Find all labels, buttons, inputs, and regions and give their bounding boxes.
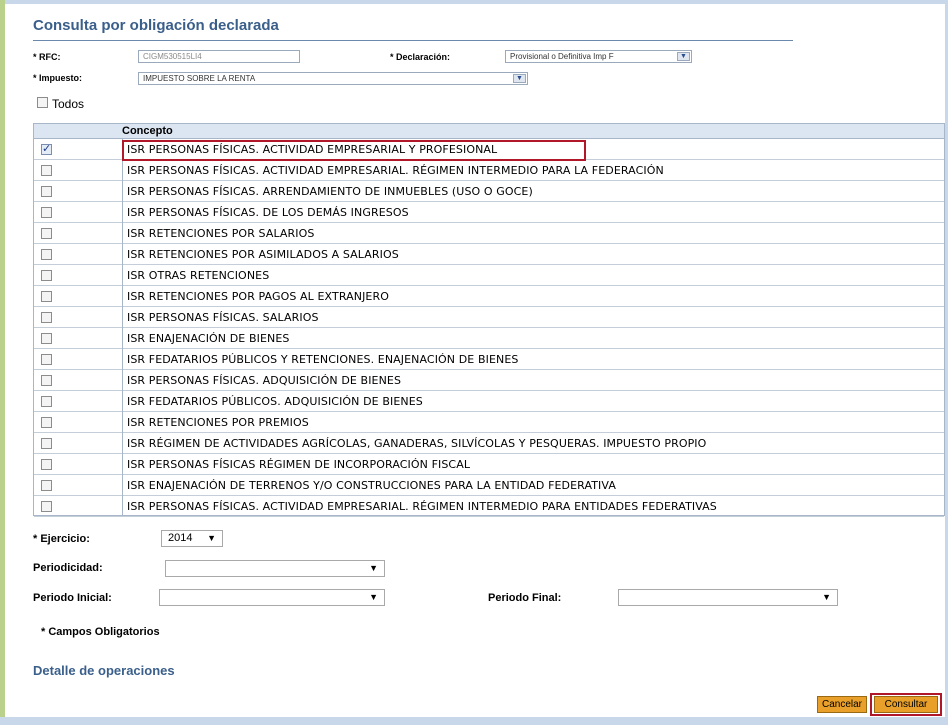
- concepto-column-header: Concepto: [122, 125, 173, 137]
- chevron-down-icon: ▼: [822, 592, 831, 602]
- concepto-label: ISR RETENCIONES POR SALARIOS: [127, 227, 315, 240]
- table-row[interactable]: ISR ENAJENACIÓN DE BIENES: [34, 328, 944, 349]
- table-row[interactable]: ISR RETENCIONES POR PAGOS AL EXTRANJERO: [34, 286, 944, 307]
- table-row[interactable]: ISR PERSONAS FÍSICAS. SALARIOS: [34, 307, 944, 328]
- declaracion-select[interactable]: Provisional o Definitiva Imp F ▼: [505, 50, 692, 63]
- concepto-label: ISR FEDATARIOS PÚBLICOS. ADQUISICIÓN DE …: [127, 395, 423, 408]
- row-checkbox[interactable]: [41, 186, 52, 197]
- todos-checkbox[interactable]: [37, 97, 48, 108]
- concepto-label: ISR RETENCIONES POR PAGOS AL EXTRANJERO: [127, 290, 389, 303]
- table-row[interactable]: ISR RÉGIMEN DE ACTIVIDADES AGRÍCOLAS, GA…: [34, 433, 944, 454]
- chevron-down-icon: ▼: [207, 533, 216, 543]
- consultar-button[interactable]: Consultar: [874, 696, 938, 713]
- table-row[interactable]: ISR PERSONAS FÍSICAS. ARRENDAMIENTO DE I…: [34, 181, 944, 202]
- row-checkbox[interactable]: [41, 270, 52, 281]
- row-checkbox[interactable]: [41, 354, 52, 365]
- detalle-operaciones-link[interactable]: Detalle de operaciones: [33, 663, 175, 678]
- ejercicio-select[interactable]: 2014 ▼: [161, 530, 223, 547]
- impuesto-label: * Impuesto:: [33, 73, 83, 83]
- concepto-label: ISR PERSONAS FÍSICAS. ARRENDAMIENTO DE I…: [127, 185, 533, 198]
- rfc-label: * RFC:: [33, 52, 61, 62]
- top-border: [0, 0, 948, 4]
- concepto-label: ISR PERSONAS FÍSICAS. ACTIVIDAD EMPRESAR…: [127, 500, 717, 513]
- table-row[interactable]: ISR RETENCIONES POR PREMIOS: [34, 412, 944, 433]
- row-checkbox[interactable]: [41, 501, 52, 512]
- table-row[interactable]: ISR RETENCIONES POR ASIMILADOS A SALARIO…: [34, 244, 944, 265]
- concepto-label: ISR ENAJENACIÓN DE TERRENOS Y/O CONSTRUC…: [127, 479, 616, 492]
- row-checkbox[interactable]: [41, 417, 52, 428]
- concepto-label: ISR OTRAS RETENCIONES: [127, 269, 270, 282]
- concepto-label: ISR RETENCIONES POR PREMIOS: [127, 416, 309, 429]
- page-title: Consulta por obligación declarada: [33, 17, 279, 34]
- concepto-label: ISR PERSONAS FÍSICAS. ACTIVIDAD EMPRESAR…: [127, 164, 664, 177]
- chevron-down-icon: ▼: [513, 74, 526, 83]
- row-checkbox[interactable]: [41, 333, 52, 344]
- row-checkbox[interactable]: [41, 165, 52, 176]
- table-row[interactable]: ISR ENAJENACIÓN DE TERRENOS Y/O CONSTRUC…: [34, 475, 944, 496]
- declaracion-label: * Declaración:: [390, 52, 451, 62]
- row-checkbox[interactable]: [41, 459, 52, 470]
- table-row[interactable]: ISR PERSONAS FÍSICAS. DE LOS DEMÁS INGRE…: [34, 202, 944, 223]
- concepto-label: ISR ENAJENACIÓN DE BIENES: [127, 332, 290, 345]
- periodo-inicial-label: Periodo Inicial:: [33, 592, 112, 604]
- periodo-final-select[interactable]: ▼: [618, 589, 838, 606]
- periodicidad-label: Periodicidad:: [33, 562, 103, 574]
- row-checkbox[interactable]: [41, 375, 52, 386]
- periodicidad-select[interactable]: ▼: [165, 560, 385, 577]
- row-checkbox[interactable]: [41, 480, 52, 491]
- table-row[interactable]: ISR PERSONAS FÍSICAS. ACTIVIDAD EMPRESAR…: [34, 496, 944, 517]
- table-header: Concepto: [34, 124, 944, 139]
- impuesto-select-value: IMPUESTO SOBRE LA RENTA: [143, 74, 256, 83]
- row-checkbox[interactable]: [41, 312, 52, 323]
- cancel-button[interactable]: Cancelar: [817, 696, 867, 713]
- ejercicio-select-value: 2014: [168, 532, 193, 544]
- concepto-label: ISR PERSONAS FÍSICAS. ADQUISICIÓN DE BIE…: [127, 374, 402, 387]
- rfc-field[interactable]: CIGM530515LI4: [138, 50, 300, 63]
- table-row[interactable]: ISR PERSONAS FÍSICAS. ACTIVIDAD EMPRESAR…: [34, 160, 944, 181]
- table-row[interactable]: ISR FEDATARIOS PÚBLICOS. ADQUISICIÓN DE …: [34, 391, 944, 412]
- row-checkbox[interactable]: [41, 207, 52, 218]
- declaracion-select-value: Provisional o Definitiva Imp F: [510, 52, 614, 61]
- title-divider: [33, 40, 793, 41]
- periodo-final-label: Periodo Final:: [488, 592, 562, 604]
- row-checkbox[interactable]: ✓: [41, 143, 52, 155]
- concepto-label: ISR PERSONAS FÍSICAS RÉGIMEN DE INCORPOR…: [127, 458, 471, 471]
- table-row[interactable]: ✓ ISR PERSONAS FÍSICAS. ACTIVIDAD EMPRESA…: [34, 139, 944, 160]
- row-checkbox[interactable]: [41, 396, 52, 407]
- required-fields-note: * Campos Obligatorios: [41, 626, 160, 638]
- concepto-label: ISR PERSONAS FÍSICAS. ACTIVIDAD EMPRESAR…: [127, 143, 498, 156]
- column-divider: [122, 138, 123, 515]
- left-border: [0, 0, 5, 725]
- table-row[interactable]: ISR RETENCIONES POR SALARIOS: [34, 223, 944, 244]
- concepto-table: Concepto ✓ ISR PERSONAS FÍSICAS. ACTIVIDA…: [33, 123, 945, 517]
- bottom-border: [0, 717, 948, 725]
- concepto-label: ISR RETENCIONES POR ASIMILADOS A SALARIO…: [127, 248, 399, 261]
- concepto-label: ISR PERSONAS FÍSICAS. DE LOS DEMÁS INGRE…: [127, 206, 409, 219]
- row-checkbox[interactable]: [41, 291, 52, 302]
- ejercicio-label: * Ejercicio:: [33, 533, 90, 545]
- checkmark-icon: ✓: [42, 143, 52, 155]
- chevron-down-icon: ▼: [369, 563, 378, 573]
- impuesto-select[interactable]: IMPUESTO SOBRE LA RENTA ▼: [138, 72, 528, 85]
- table-row[interactable]: ISR FEDATARIOS PÚBLICOS Y RETENCIONES. E…: [34, 349, 944, 370]
- row-checkbox[interactable]: [41, 249, 52, 260]
- todos-label: Todos: [52, 97, 85, 111]
- table-row[interactable]: ISR PERSONAS FÍSICAS. ADQUISICIÓN DE BIE…: [34, 370, 944, 391]
- row-checkbox[interactable]: [41, 228, 52, 239]
- concepto-label: ISR RÉGIMEN DE ACTIVIDADES AGRÍCOLAS, GA…: [127, 437, 707, 450]
- table-row[interactable]: ISR OTRAS RETENCIONES: [34, 265, 944, 286]
- periodo-inicial-select[interactable]: ▼: [159, 589, 385, 606]
- chevron-down-icon: ▼: [677, 52, 690, 61]
- concepto-label: ISR PERSONAS FÍSICAS. SALARIOS: [127, 311, 319, 324]
- table-row[interactable]: ISR PERSONAS FÍSICAS RÉGIMEN DE INCORPOR…: [34, 454, 944, 475]
- concepto-label: ISR FEDATARIOS PÚBLICOS Y RETENCIONES. E…: [127, 353, 519, 366]
- row-checkbox[interactable]: [41, 438, 52, 449]
- chevron-down-icon: ▼: [369, 592, 378, 602]
